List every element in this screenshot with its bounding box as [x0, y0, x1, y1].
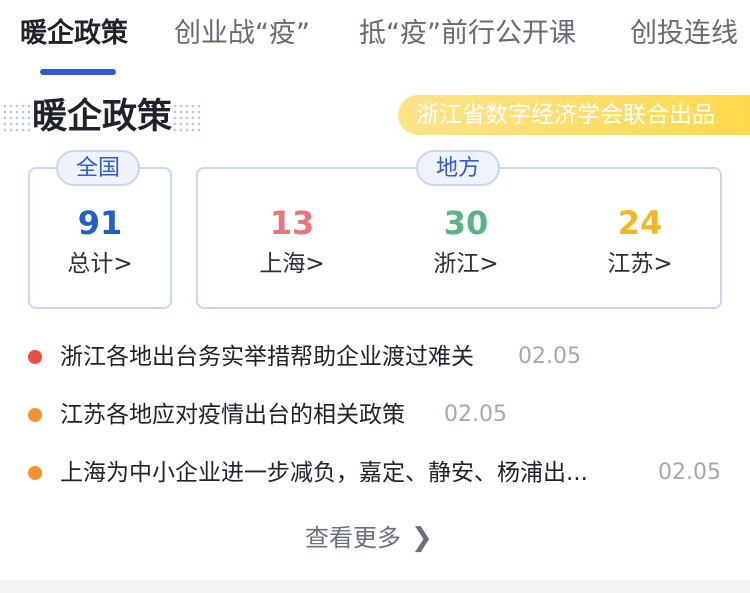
- national-total-link[interactable]: 总计>: [40, 247, 160, 281]
- national-count: 91: [77, 204, 123, 242]
- jiangsu-count: 24: [617, 204, 663, 242]
- tab-startup-fight[interactable]: 创业战“疫”: [174, 14, 310, 54]
- local-label: 地方: [416, 150, 501, 186]
- national-label: 全国: [56, 150, 141, 186]
- zhejiang-link[interactable]: 浙江>: [406, 247, 526, 281]
- news-title[interactable]: 浙江各地出台务实举措帮助企业渡过难关: [60, 337, 474, 377]
- local-stat-shanghai[interactable]: 13 上海>: [232, 203, 352, 281]
- tab-open-class[interactable]: 抵“疫”前行公开课: [359, 14, 576, 54]
- jiangsu-link[interactable]: 江苏>: [580, 247, 700, 281]
- chevron-right-icon: ❯: [411, 523, 433, 553]
- shanghai-link[interactable]: 上海>: [232, 247, 352, 281]
- bullet-dot-icon: [28, 408, 42, 422]
- news-item[interactable]: 浙江各地出台务实举措帮助企业渡过难关 02.05: [28, 337, 728, 377]
- news-item[interactable]: 上海为中小企业进一步减负，嘉定、静安、杨浦出... 02.05: [28, 453, 728, 493]
- active-tab-indicator: [40, 69, 116, 75]
- local-stat-zhejiang[interactable]: 30 浙江>: [406, 203, 526, 281]
- news-title[interactable]: 上海为中小企业进一步减负，嘉定、静安、杨浦出...: [60, 453, 588, 493]
- view-more-button[interactable]: 查看更多 ❯: [305, 520, 433, 556]
- news-date: 02.05: [518, 344, 581, 369]
- bullet-dot-icon: [28, 350, 42, 364]
- tab-vc-connect[interactable]: 创投连线: [630, 14, 738, 54]
- tab-warm-policy[interactable]: 暖企政策: [20, 14, 128, 54]
- decorative-dots-left: [2, 103, 30, 133]
- section-title: 暖企政策: [32, 97, 173, 137]
- news-title[interactable]: 江苏各地应对疫情出台的相关政策: [60, 395, 405, 435]
- bullet-dot-icon: [28, 466, 42, 480]
- news-date: 02.05: [444, 402, 507, 427]
- news-date: 02.05: [658, 460, 721, 485]
- local-stat-jiangsu[interactable]: 24 江苏>: [580, 203, 700, 281]
- national-stat[interactable]: 91 总计>: [40, 203, 160, 281]
- zhejiang-count: 30: [443, 204, 489, 242]
- decorative-dots-right: [172, 103, 200, 133]
- news-item[interactable]: 江苏各地应对疫情出台的相关政策 02.05: [28, 395, 728, 435]
- view-more-label: 查看更多: [305, 524, 401, 552]
- shanghai-count: 13: [269, 204, 315, 242]
- bottom-divider: [0, 580, 750, 593]
- source-badge: 浙江省数字经济学会联合出品: [398, 95, 750, 135]
